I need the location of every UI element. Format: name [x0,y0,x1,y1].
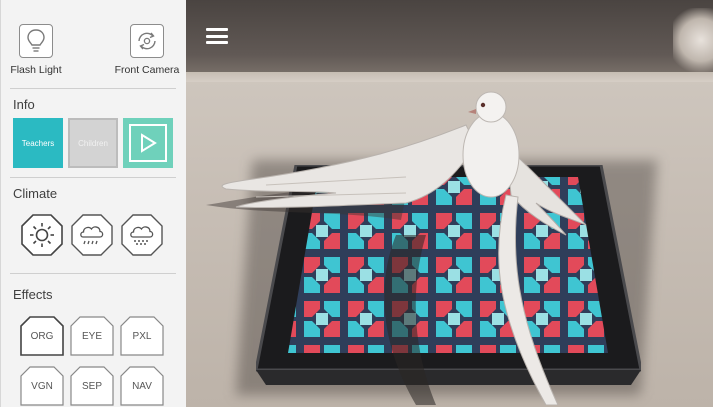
info-title: Info [13,97,35,112]
children-button[interactable]: Children [68,118,118,168]
climate-row [20,213,176,263]
effect-label: ORG [30,330,54,342]
divider [10,88,176,89]
info-row: Teachers Children [13,118,173,168]
flash-light-button[interactable]: Flash Light [10,24,62,76]
ar-bird-model [206,85,606,405]
climate-title: Climate [13,186,58,201]
camera-view[interactable] [186,0,713,407]
camera-switch-icon [130,24,164,58]
effects-grid: ORG EYE PXL VGN SEP NAV [20,316,170,407]
wall-light [673,8,713,72]
effects-title: Effects [13,287,53,302]
teachers-button[interactable]: Teachers [13,118,63,168]
effect-label: VGN [31,380,53,392]
climate-rain-button[interactable] [70,213,114,257]
effect-vgn-button[interactable]: VGN [20,366,64,406]
effect-label: EYE [81,330,102,342]
divider [10,273,176,274]
front-camera-label: Front Camera [114,64,180,76]
climate-snow-button[interactable] [120,213,164,257]
table-edge [186,72,713,82]
play-triangle-icon [141,133,157,153]
effect-sep-button[interactable]: SEP [70,366,114,406]
front-camera-button[interactable]: Front Camera [112,24,182,76]
top-tools: Flash Light Front Camera [0,0,186,86]
ar-frame [129,124,167,162]
effect-label: PXL [132,330,152,342]
effect-org-button[interactable]: ORG [20,316,64,356]
effect-label: NAV [132,380,152,392]
app-root: Flash Light Front Camera Info Teachers C… [0,0,713,407]
lightbulb-icon [19,24,53,58]
climate-sun-button[interactable] [20,213,64,257]
sidebar: Flash Light Front Camera Info Teachers C… [0,0,186,407]
effect-eye-button[interactable]: EYE [70,316,114,356]
flash-light-label: Flash Light [10,64,62,76]
effect-pxl-button[interactable]: PXL [120,316,164,356]
effect-label: SEP [81,380,102,392]
effect-nav-button[interactable]: NAV [120,366,164,406]
background-wall [186,0,713,78]
divider [10,177,176,178]
ar-mode-button[interactable] [123,118,173,168]
menu-icon[interactable] [206,28,228,44]
